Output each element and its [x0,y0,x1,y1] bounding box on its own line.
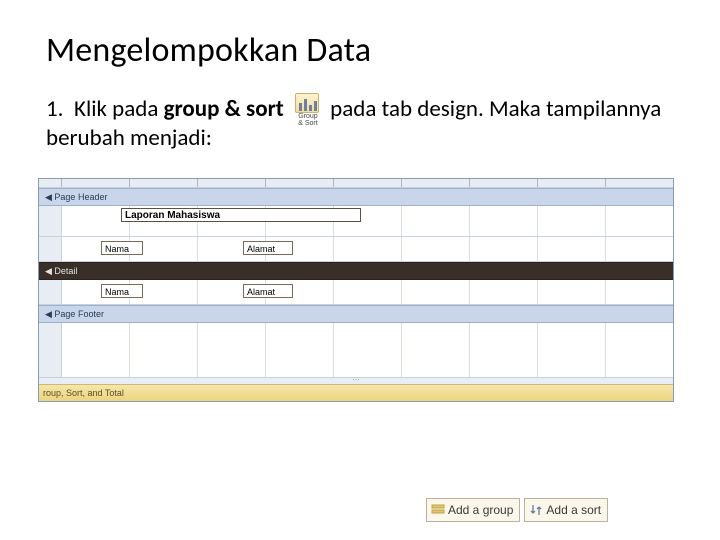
add-sort-button[interactable]: Add a sort [524,498,608,522]
add-sort-icon [529,503,543,517]
report-title-control: Laporan Mahasiswa [121,208,361,222]
page-footer-label: Page Footer [54,309,104,319]
group-sort-total-pane-header: roup, Sort, and Total [39,384,673,401]
add-group-button[interactable]: Add a group [426,498,520,522]
add-sort-label: Add a sort [546,503,601,517]
detail-nama-field: Nama [101,284,143,298]
header-nama-label: Nama [101,241,143,255]
detail-alamat-field: Alamat [243,284,293,298]
horizontal-ruler [39,179,673,188]
list-number: 1. [46,95,74,124]
page-header-label: Page Header [54,192,107,202]
page-footer-section-body [39,323,673,377]
detail-section-body: Nama Alamat [39,280,673,305]
detail-label: Detail [54,266,77,276]
page-header-section-bar: ◀ Page Header [39,188,673,206]
icon-caption-2: & Sort [298,120,317,127]
add-group-icon [431,503,445,517]
text-frag-1: Klik pada [74,95,164,123]
group-sort-icon: Group& Sort [290,93,324,123]
body-paragraph: 1.Klik pada group & sort Group& Sort pad… [46,93,680,153]
add-group-label: Add a group [448,503,513,517]
page-header-section-body: Laporan Mahasiswa [39,206,673,237]
header-alamat-label: Alamat [243,241,293,255]
icon-caption-1: Group [298,113,317,120]
resize-handle: ⋯ [39,377,673,384]
slide-title: Mengelompokkan Data [46,30,680,71]
page-footer-section-bar: ◀ Page Footer [39,305,673,323]
detail-section-bar: ◀ Detail [39,262,673,280]
header-labels-row: Nama Alamat [39,237,673,262]
text-bold-group-sort: group & sort [164,95,284,123]
add-buttons-row: Add a group Add a sort [426,498,612,522]
report-designer-screenshot: ◀ Page Header Laporan Mahasiswa Nama Ala… [38,178,674,402]
